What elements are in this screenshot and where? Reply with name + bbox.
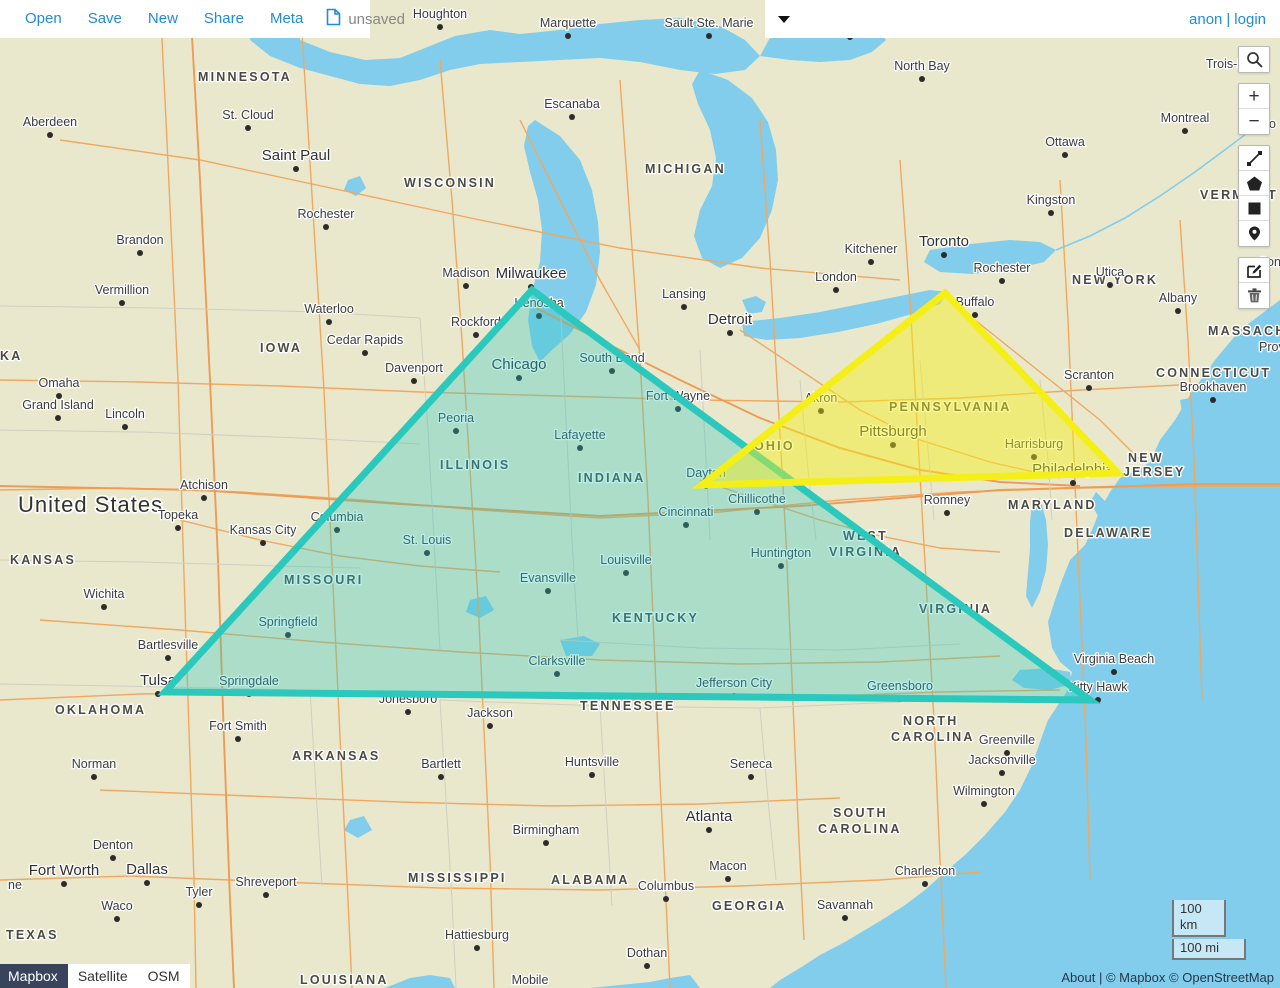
meta-button[interactable]: Meta bbox=[257, 0, 316, 38]
chevron-down-icon[interactable] bbox=[765, 14, 791, 24]
osm-attribution-link[interactable]: © OpenStreetMap bbox=[1169, 970, 1274, 985]
draw-polygon-icon[interactable] bbox=[1239, 171, 1269, 196]
open-button[interactable]: Open bbox=[12, 0, 75, 38]
draw-rectangle-icon[interactable] bbox=[1239, 196, 1269, 221]
toolbar-right: anon | login bbox=[765, 0, 1280, 38]
draw-group bbox=[1238, 145, 1270, 247]
scale-mi: 100 mi bbox=[1172, 939, 1246, 960]
search-group bbox=[1238, 46, 1270, 73]
drawn-features-layer[interactable] bbox=[0, 0, 1280, 988]
zoom-group: + − bbox=[1238, 83, 1270, 135]
search-icon[interactable] bbox=[1239, 47, 1269, 72]
share-button[interactable]: Share bbox=[191, 0, 257, 38]
document-icon bbox=[326, 8, 341, 31]
layer-button-mapbox[interactable]: Mapbox bbox=[0, 964, 68, 988]
layer-button-satellite[interactable]: Satellite bbox=[67, 964, 138, 988]
attribution-separator: | bbox=[1098, 970, 1103, 985]
mapbox-attribution-link[interactable]: © Mapbox bbox=[1106, 970, 1165, 985]
save-button[interactable]: Save bbox=[75, 0, 135, 38]
edit-group bbox=[1238, 257, 1270, 309]
edit-icon[interactable] bbox=[1239, 258, 1269, 283]
layer-switcher: Mapbox Satellite OSM bbox=[0, 964, 190, 988]
delete-icon[interactable] bbox=[1239, 283, 1269, 308]
zoom-in-button[interactable]: + bbox=[1239, 84, 1269, 109]
user-label[interactable]: anon bbox=[1189, 11, 1222, 28]
new-button[interactable]: New bbox=[135, 0, 191, 38]
layer-button-osm[interactable]: OSM bbox=[137, 964, 190, 988]
current-file-chip: unsaved bbox=[316, 8, 405, 31]
about-link[interactable]: About bbox=[1061, 970, 1095, 985]
geojson-editor-app: United States MINNESOTA WISCONSIN MICHIGAN… bbox=[0, 0, 1280, 988]
file-name-label: unsaved bbox=[348, 10, 406, 28]
auth-separator: | bbox=[1226, 10, 1231, 28]
auth-area: anon | login bbox=[1189, 11, 1280, 28]
toolbar-left: Open Save New Share Meta unsaved bbox=[0, 0, 405, 38]
login-link[interactable]: login bbox=[1234, 11, 1266, 28]
draw-marker-icon[interactable] bbox=[1239, 221, 1269, 246]
draw-line-icon[interactable] bbox=[1239, 146, 1269, 171]
map-controls: + − bbox=[1238, 46, 1270, 309]
zoom-out-button[interactable]: − bbox=[1239, 109, 1269, 134]
scale-bars: 100 km 100 mi bbox=[1172, 900, 1246, 960]
attribution: About | © Mapbox © OpenStreetMap bbox=[1061, 970, 1274, 985]
yellow-triangle[interactable] bbox=[691, 288, 1126, 489]
scale-km: 100 km bbox=[1172, 900, 1226, 937]
